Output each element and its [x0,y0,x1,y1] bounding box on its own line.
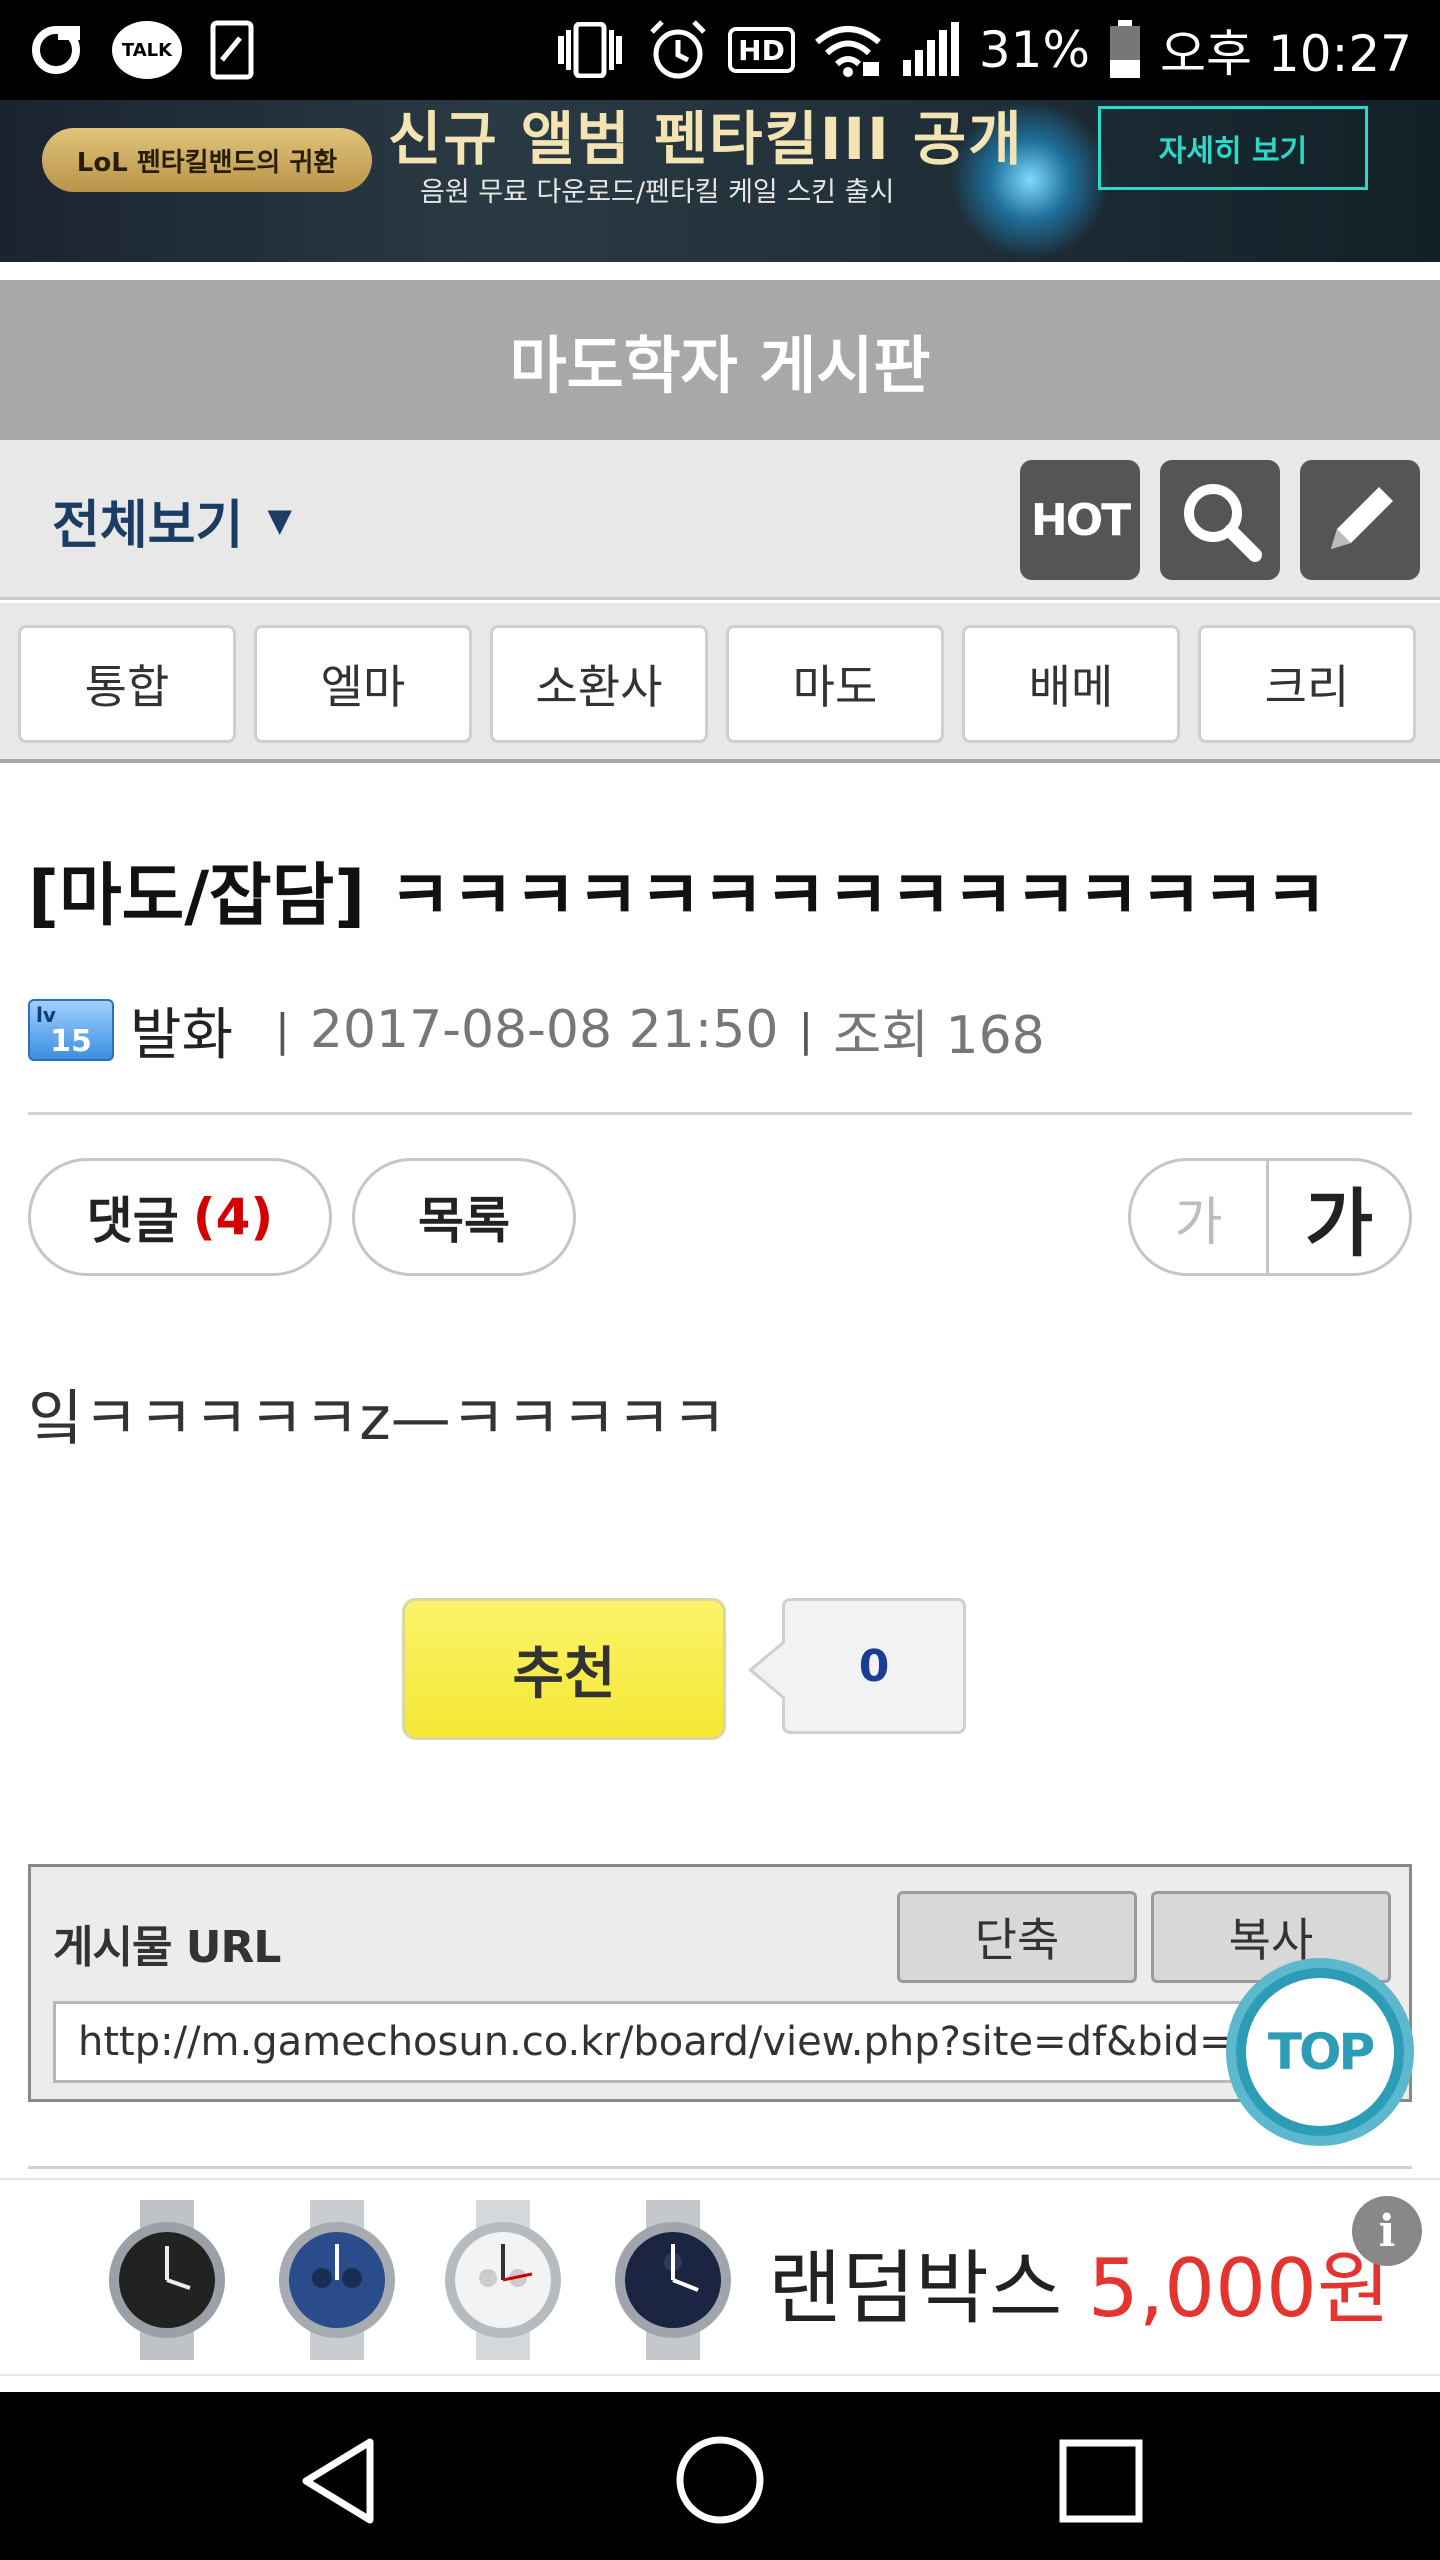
bottom-ad-title: 랜덤박스 [768,2242,1063,2335]
post-body: 잌ㅋㅋㅋㅋㅋz—ㅋㅋㅋㅋㅋ [28,1384,727,1454]
board-title: 마도학자 게시판 [0,280,1440,440]
recommend-count: 0 [782,1598,966,1734]
category-tab-battlemage[interactable]: 배메 [962,625,1180,743]
search-button[interactable] [1160,460,1280,580]
font-size-toggle: 가 가 [1128,1158,1412,1276]
banner-details-button[interactable]: 자세히 보기 [1098,106,1368,190]
post-datetime: 2017-08-08 21:50 [309,1000,779,1060]
recommend-button[interactable]: 추천 [402,1598,726,1740]
category-tab-elemental[interactable]: 엘마 [254,625,472,743]
bottom-ad-text: 랜덤박스 5,000원 [768,2224,1390,2340]
category-tab-all[interactable]: 통합 [18,625,236,743]
font-larger-button[interactable]: 가 [1269,1161,1409,1273]
watch-image [445,2200,561,2360]
view-all-label: 전체보기 [52,495,244,556]
recents-icon[interactable] [1058,2438,1144,2524]
watch-image [279,2200,395,2360]
category-tab-enchantress[interactable]: 크리 [1198,625,1416,743]
font-smaller-button[interactable]: 가 [1131,1161,1269,1273]
caret-down-icon: ▼ [267,501,292,539]
hd-voice-icon: HD [728,27,795,73]
category-tab-summoner[interactable]: 소환사 [490,625,708,743]
author-name[interactable]: 발화 [130,990,233,1071]
comments-button[interactable]: 댓글 (4) [28,1158,332,1276]
post-views: 조회 168 [833,1005,1045,1066]
status-left-icons: TALK [28,18,254,82]
shorten-url-button[interactable]: 단축 [897,1891,1137,1983]
post-url-box: 게시물 URL 단축 복사 [28,1864,1412,2102]
olleh-icon [32,26,80,74]
level-number: 15 [50,1024,92,1059]
watch-image [615,2200,731,2360]
home-icon[interactable] [674,2434,766,2526]
meta-separator: | [798,1004,814,1056]
info-icon[interactable]: i [1352,2196,1422,2266]
list-button[interactable]: 목록 [352,1158,576,1276]
category-tabs: 통합 엘마 소환사 마도 배메 크리 [0,603,1440,763]
battery-percent: 31% [978,21,1090,79]
divider [28,1112,1412,1115]
recommend-count-pointer-inner [753,1643,785,1697]
android-nav-bar [0,2392,1440,2560]
alarm-icon [650,20,706,79]
back-icon[interactable] [298,2436,378,2526]
banner-headline: 신규 앨범 펜타킬III 공개 [388,105,1024,173]
watch-image [109,2200,225,2360]
post-title: [마도/잡담] ㅋㅋㅋㅋㅋㅋㅋㅋㅋㅋㅋㅋㅋㅋㅋ [28,857,1328,936]
battery-icon [1110,20,1140,78]
level-prefix: lv [36,1003,56,1027]
status-time: 오후 10:27 [1160,25,1412,83]
search-icon [1184,484,1262,562]
category-tab-mado[interactable]: 마도 [726,625,944,743]
banner-subtitle: 음원 무료 다운로드/펜타킬 케일 스킨 출시 [420,177,895,208]
signal-icon [902,22,959,76]
level-badge: lv 15 [28,999,114,1061]
post-url-label: 게시물 URL [53,1922,281,1973]
hot-button[interactable]: HOT [1020,460,1140,580]
screenshot-icon [210,20,254,80]
comments-label: 댓글 [86,1192,179,1250]
banner-pill-label: LoL 펜타킬밴드의 귀환 [42,128,372,192]
bottom-ad-banner[interactable]: 랜덤박스 5,000원 i [0,2178,1440,2376]
write-button[interactable] [1300,460,1420,580]
wifi-icon [814,26,881,77]
status-bar: TALK HD 31% 오후 10:27 [0,0,1440,100]
kakaotalk-icon: TALK [112,21,182,79]
status-right-icons: HD 31% 오후 10:27 [552,18,1412,83]
pencil-icon [1331,487,1393,549]
vibrate-icon [558,22,623,78]
view-all-dropdown[interactable]: 전체보기 ▼ [52,480,292,560]
top-ad-banner[interactable]: LoL 펜타킬밴드의 귀환 신규 앨범 펜타킬III 공개 음원 무료 다운로드… [0,100,1440,262]
comments-count: (4) [192,1188,274,1246]
meta-separator: | [275,1004,290,1056]
scroll-top-button[interactable]: TOP [1226,1958,1414,2146]
scroll-top-label: TOP [1246,1978,1394,2126]
divider [28,2166,1412,2169]
post-url-field[interactable] [53,2001,1389,2083]
bottom-ad-price: 5,000원 [1087,2242,1391,2335]
board-toolbar: 전체보기 ▼ HOT [0,440,1440,600]
post-meta: lv 15 발화 | 2017-08-08 21:50 | 조회 168 [28,990,1045,1070]
